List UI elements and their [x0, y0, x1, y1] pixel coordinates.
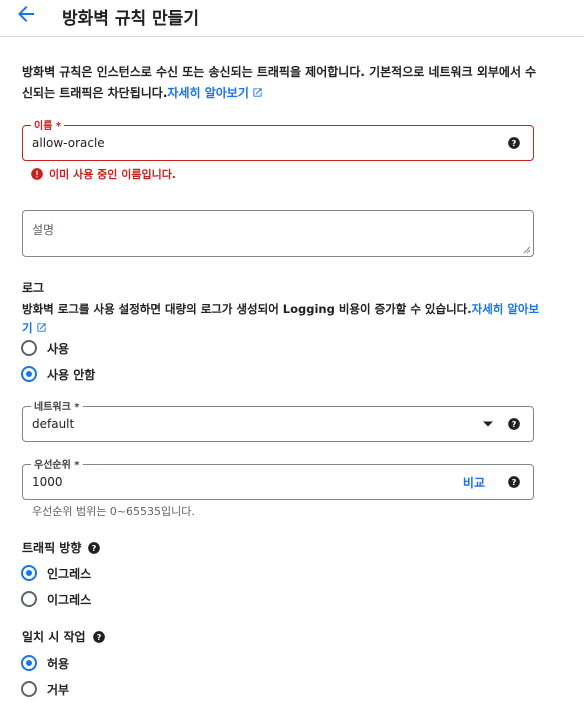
deny-radio[interactable]: 거부 — [21, 679, 69, 699]
learn-more-link-label: 자세히 알아보기 — [167, 86, 249, 100]
intro-text: 방화벽 규칙은 인스턴스로 수신 또는 송신되는 트래픽을 제어합니다. 기본적… — [22, 65, 537, 100]
ingress-label: 인그레스 — [47, 566, 92, 581]
direction-section-title: 트래픽 방향? — [22, 539, 101, 556]
description-field[interactable]: 설명 — [22, 210, 534, 257]
priority-input[interactable]: 1000 — [32, 475, 63, 489]
allow-radio[interactable]: 허용 — [21, 653, 69, 673]
name-input[interactable]: allow-oracle — [32, 136, 105, 150]
allow-label: 허용 — [47, 656, 70, 671]
logs-off-radio[interactable]: 사용 안함 — [21, 364, 95, 384]
external-link-icon — [253, 88, 262, 97]
name-required-mark: * — [55, 121, 62, 132]
svg-text:?: ? — [92, 543, 97, 553]
action-title-text: 일치 시 작업 — [22, 630, 86, 644]
priority-hint: 우선순위 범위는 0~65535입니다. — [32, 505, 195, 518]
network-required-mark: * — [74, 402, 80, 413]
radio-checked-icon — [21, 565, 37, 581]
logs-section-title: 로그 — [22, 281, 45, 295]
logs-on-label: 사용 — [47, 341, 70, 356]
dropdown-arrow-icon[interactable] — [483, 420, 493, 428]
egress-radio[interactable]: 이그레스 — [21, 589, 91, 609]
radio-checked-icon — [21, 655, 37, 671]
direction-title-text: 트래픽 방향 — [22, 541, 82, 555]
egress-label: 이그레스 — [47, 592, 92, 607]
network-field-label: 네트워크 * — [31, 398, 83, 413]
network-label-text: 네트워크 — [34, 402, 71, 413]
name-field-label: 이름 * — [31, 117, 65, 132]
svg-text:?: ? — [96, 632, 101, 642]
priority-field[interactable]: 우선순위 * 1000 비교 ? — [22, 456, 534, 500]
priority-field-label: 우선순위 * — [31, 456, 83, 471]
priority-label-text: 우선순위 — [34, 460, 71, 471]
help-icon[interactable]: ? — [87, 541, 101, 555]
svg-text:?: ? — [512, 419, 517, 429]
logs-on-radio[interactable]: 사용 — [21, 338, 69, 358]
compare-button[interactable]: 비교 — [463, 474, 485, 491]
external-link-icon — [36, 323, 46, 332]
deny-label: 거부 — [47, 682, 70, 697]
page-title: 방화벽 규칙 만들기 — [62, 9, 199, 29]
name-error-message: 이미 사용 중인 이름입니다. — [30, 166, 176, 182]
radio-unchecked-icon — [21, 591, 37, 607]
name-field[interactable]: 이름 * allow-oracle ? — [22, 117, 534, 161]
radio-unchecked-icon — [21, 340, 37, 356]
learn-more-link[interactable]: 자세히 알아보기 — [167, 86, 262, 100]
network-selected-value: default — [32, 417, 75, 431]
radio-unchecked-icon — [21, 681, 37, 697]
help-icon[interactable]: ? — [507, 417, 521, 431]
logs-off-label: 사용 안함 — [47, 367, 96, 382]
svg-text:?: ? — [512, 477, 517, 487]
ingress-radio[interactable]: 인그레스 — [21, 563, 91, 583]
help-icon[interactable]: ? — [507, 136, 521, 150]
description-placeholder: 설명 — [32, 223, 55, 237]
logs-description: 방화벽 로그를 사용 설정하면 대량의 로그가 생성되어 Logging 비용이… — [22, 300, 542, 338]
network-select[interactable]: 네트워크 * default ? — [22, 398, 534, 442]
page-header: 방화벽 규칙 만들기 — [0, 0, 584, 37]
back-arrow-icon[interactable] — [14, 2, 38, 26]
radio-checked-icon — [21, 366, 37, 382]
help-icon[interactable]: ? — [92, 630, 106, 644]
intro-description: 방화벽 규칙은 인스턴스로 수신 또는 송신되는 트래픽을 제어합니다. 기본적… — [22, 62, 542, 104]
svg-text:?: ? — [512, 138, 517, 148]
name-error-text: 이미 사용 중인 이름입니다. — [49, 168, 176, 181]
resize-handle-icon[interactable] — [523, 246, 531, 254]
name-label-text: 이름 — [34, 121, 53, 132]
priority-required-mark: * — [74, 460, 80, 471]
action-section-title: 일치 시 작업? — [22, 628, 106, 645]
logs-text: 방화벽 로그를 사용 설정하면 대량의 로그가 생성되어 Logging 비용이… — [22, 302, 472, 316]
error-icon — [31, 168, 43, 180]
help-icon[interactable]: ? — [507, 475, 521, 489]
